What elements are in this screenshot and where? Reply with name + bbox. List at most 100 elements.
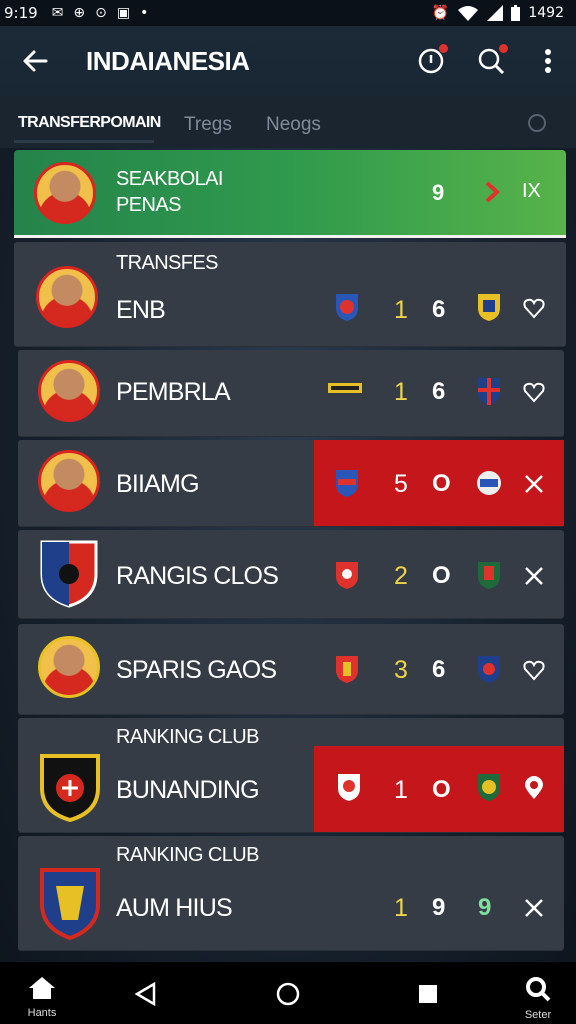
alarm-icon: ⏰ [431, 5, 450, 21]
dot-icon: • [140, 5, 149, 21]
list-item[interactable]: PEMBRLA 1 6 [18, 350, 564, 436]
home-icon [29, 977, 55, 999]
club-crest-icon [477, 471, 501, 495]
club-crest-icon [338, 774, 360, 801]
info-icon[interactable] [528, 114, 546, 132]
list-item[interactable]: BIIAMG 5 O [18, 440, 564, 526]
row-stat: O [432, 470, 451, 497]
heart-icon[interactable] [522, 296, 546, 320]
row-name: BIIAMG [116, 470, 200, 498]
page-title: INDAIANESIA [86, 46, 250, 76]
club-crest-icon [478, 378, 500, 405]
featured-line2: PENAS [116, 194, 181, 216]
search-icon [526, 977, 551, 1002]
close-icon[interactable] [522, 472, 546, 496]
home-button[interactable]: Hants [22, 976, 62, 1019]
list-item[interactable]: RANKING CLUB BUNANDING 1 O [18, 718, 564, 832]
row-number: 3 [394, 656, 408, 684]
tab-transfer[interactable]: TRANSFERPOMAIN [18, 114, 161, 132]
tab-bar: TRANSFERPOMAIN Tregs Neogs [0, 96, 576, 148]
row-name: PEMBRLA [116, 378, 231, 406]
club-crest-icon [478, 294, 500, 321]
tab-tregs[interactable]: Tregs [184, 114, 232, 136]
player-avatar [34, 162, 96, 224]
featured-row[interactable]: SEAKBOLAI PENAS 9 IX [14, 150, 566, 238]
row-number: 1 [394, 894, 408, 922]
row-stat: 9 [432, 894, 446, 921]
notification-badge [439, 44, 448, 53]
club-crest-icon [478, 562, 500, 589]
club-crest-icon [328, 383, 362, 393]
club-crest-icon [478, 774, 500, 801]
row-stat: 6 [432, 378, 446, 405]
tab-indicator [14, 140, 154, 143]
row-name: ENB [116, 296, 166, 324]
row-stat: O [432, 776, 451, 803]
club-crest-icon [336, 562, 358, 589]
location-pin-icon[interactable] [522, 776, 546, 800]
sync-icon: ⊕ [73, 5, 86, 21]
status-time: 9:19 [4, 4, 38, 22]
signal-icon [487, 5, 504, 21]
recents-icon[interactable] [418, 984, 438, 1004]
row-stat: O [432, 562, 451, 589]
close-icon[interactable] [522, 896, 546, 920]
list-item[interactable]: SPARIS GAOS 3 6 [18, 624, 564, 714]
row-name: AUM HIUS [116, 894, 233, 922]
heart-icon[interactable] [522, 658, 546, 682]
list-item[interactable]: TRANSFES ENB 1 6 [14, 242, 566, 346]
mail-icon: ✉ [51, 5, 64, 21]
club-crest-icon [40, 868, 100, 940]
row-number: 1 [394, 776, 408, 804]
player-avatar [36, 266, 98, 328]
tab-neogs[interactable]: Neogs [266, 114, 321, 136]
club-crest-icon [336, 656, 358, 683]
notification-icon: ⊙ [95, 5, 107, 21]
notifications-button[interactable] [416, 44, 448, 76]
club-crest-icon [40, 754, 100, 822]
club-crest-icon [336, 470, 358, 497]
home-circle-icon[interactable] [276, 982, 300, 1006]
back-arrow-icon[interactable] [20, 46, 50, 76]
search-label: Seter [524, 1009, 552, 1021]
row-label: TRANSFES [116, 252, 218, 274]
row-name: RANGIS CLOS [116, 562, 279, 590]
back-icon[interactable] [134, 982, 156, 1006]
row-label: RANKING CLUB [116, 726, 259, 748]
status-bar: 9:19 ✉ ⊕ ⊙ ▣ • ⏰ 1492 [0, 0, 576, 26]
featured-action[interactable]: IX [522, 180, 541, 203]
image-icon: ▣ [116, 5, 131, 21]
club-crest-icon [40, 540, 98, 608]
player-avatar [38, 450, 100, 512]
featured-line1: SEAKBOLAI [116, 168, 223, 190]
more-options-icon[interactable] [533, 46, 563, 76]
featured-stat: 9 [432, 180, 445, 205]
heart-icon[interactable] [522, 380, 546, 404]
close-icon[interactable] [522, 564, 546, 588]
row-stat-2: 9 [478, 894, 492, 921]
club-crest-icon [336, 294, 358, 321]
list-item[interactable]: RANKING CLUB AUM HIUS 1 9 9 [18, 836, 564, 950]
row-number: 1 [394, 378, 408, 406]
search-button[interactable] [476, 44, 508, 76]
row-label: RANKING CLUB [116, 844, 259, 866]
row-stat: 6 [432, 656, 446, 683]
row-number: 2 [394, 562, 408, 590]
player-avatar [38, 636, 100, 698]
row-number: 1 [394, 296, 408, 324]
battery-icon [511, 5, 521, 21]
home-label: Hants [27, 1007, 57, 1019]
nav-search-button[interactable]: Seter [518, 976, 558, 1021]
wifi-icon [458, 6, 479, 21]
search-badge [499, 44, 508, 53]
row-name: BUNANDING [116, 776, 260, 804]
row-stat: 6 [432, 296, 446, 323]
club-crest-icon [478, 656, 500, 683]
app-bar: INDAIANESIA [0, 26, 576, 96]
player-avatar [38, 360, 100, 422]
row-name: SPARIS GAOS [116, 656, 277, 684]
navigation-bar: Hants Seter [0, 962, 576, 1024]
chevron-right-icon[interactable] [480, 180, 504, 204]
list-item[interactable]: RANGIS CLOS 2 O [18, 530, 564, 618]
status-battery: 1492 [528, 5, 564, 21]
